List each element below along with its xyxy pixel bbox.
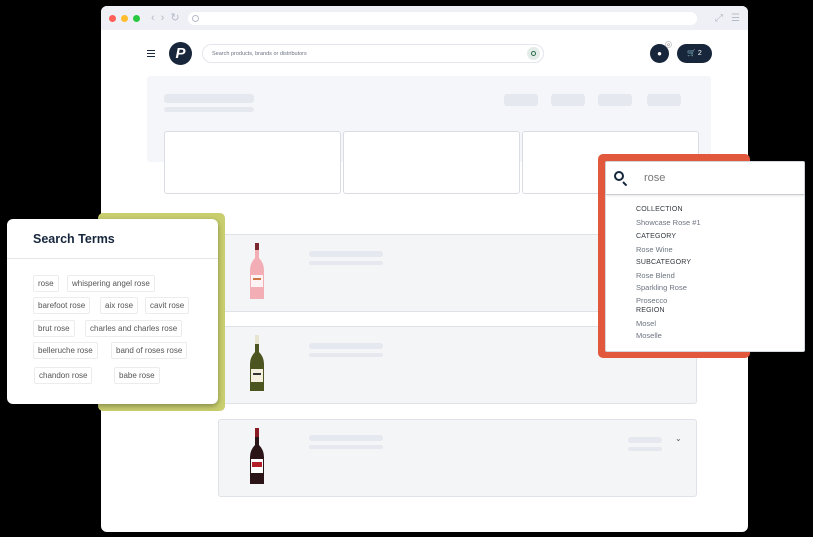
- skeleton-line: [628, 447, 662, 451]
- search-term-chip[interactable]: aix rose: [100, 297, 139, 314]
- app-header: P Search products, brands or distributor…: [101, 30, 748, 78]
- bell-icon: ●: [657, 49, 662, 58]
- search-term-chip[interactable]: barefoot rose: [33, 297, 91, 314]
- skeleton-line: [309, 353, 383, 357]
- cart-count: 2: [697, 50, 702, 57]
- search-icon: [614, 170, 629, 186]
- group-heading-region: REGION: [636, 307, 665, 314]
- search-term-chip[interactable]: whispering angel rose: [67, 275, 155, 292]
- suggestion-item[interactable]: Rose Blend: [636, 271, 675, 280]
- search-term-chip[interactable]: rose: [33, 275, 59, 292]
- search-term-chip[interactable]: cavit rose: [145, 297, 190, 314]
- minimize-dot[interactable]: [121, 14, 128, 22]
- suggestion-item[interactable]: Moselle: [636, 331, 662, 340]
- menu-icon[interactable]: ☰: [731, 13, 740, 24]
- address-bar[interactable]: [187, 11, 698, 25]
- product-row[interactable]: ⌄: [218, 419, 697, 497]
- stage: ‹ › ↻ ⤢ ☰ P Search products, brands or d…: [0, 0, 813, 537]
- skeleton-tab: [551, 94, 585, 106]
- search-term-chip[interactable]: brut rose: [33, 320, 75, 337]
- search-term-chip[interactable]: belleruche rose: [33, 342, 98, 359]
- skeleton-line: [309, 251, 383, 257]
- group-heading-collection: COLLECTION: [636, 206, 683, 213]
- browser-chrome: ‹ › ↻ ⤢ ☰: [101, 6, 748, 30]
- notification-badge: 0: [665, 41, 672, 48]
- search-icon: [191, 14, 199, 22]
- skeleton-line: [628, 437, 662, 443]
- wine-bottle-icon: [250, 428, 264, 484]
- group-heading-category: CATEGORY: [636, 233, 677, 240]
- suggestion-item[interactable]: Rose Wine: [636, 245, 673, 254]
- search-terms-title: Search Terms: [33, 231, 115, 246]
- search-term-chip[interactable]: chandon rose: [34, 367, 93, 384]
- suggestion-item[interactable]: Sparkling Rose: [636, 283, 687, 292]
- wine-bottle-icon: [250, 243, 264, 299]
- autocomplete-panel: rose COLLECTION Showcase Rose #1 CATEGOR…: [605, 161, 805, 352]
- skeleton-card: [164, 131, 341, 194]
- forward-icon[interactable]: ›: [161, 12, 165, 24]
- skeleton-line: [309, 435, 383, 441]
- logo-icon[interactable]: P: [169, 42, 192, 65]
- search-term-chip[interactable]: babe rose: [114, 367, 160, 384]
- expand-icon[interactable]: ⤢: [715, 13, 723, 24]
- skeleton-tab: [598, 94, 632, 106]
- search-placeholder: Search products, brands or distributors: [212, 50, 307, 57]
- notifications-button[interactable]: ● 0: [650, 41, 672, 63]
- close-dot[interactable]: [109, 14, 116, 22]
- search-button[interactable]: [527, 47, 540, 60]
- suggestion-item[interactable]: Mosel: [636, 319, 656, 328]
- wine-bottle-icon: [250, 335, 264, 391]
- search-term-chip[interactable]: charles and charles rose: [85, 320, 183, 337]
- search-input[interactable]: Search products, brands or distributors: [202, 44, 544, 63]
- suggestion-item[interactable]: Showcase Rose #1: [636, 218, 701, 227]
- reload-icon[interactable]: ↻: [170, 12, 179, 24]
- cart-button[interactable]: 🛒 2: [677, 44, 712, 63]
- skeleton-line: [309, 343, 383, 349]
- skeleton-title: [164, 94, 254, 103]
- search-terms-panel: Search Terms rose whispering angel rose …: [7, 219, 218, 404]
- suggestion-item[interactable]: Prosecco: [636, 296, 667, 305]
- maximize-dot[interactable]: [133, 14, 140, 22]
- skeleton-line: [309, 261, 383, 265]
- autocomplete-input[interactable]: rose: [606, 162, 804, 195]
- skeleton-card: [343, 131, 520, 194]
- cart-icon: 🛒: [687, 50, 696, 57]
- search-terms-header: Search Terms: [7, 219, 218, 259]
- search-term-chip[interactable]: band of roses rose: [111, 342, 188, 359]
- skeleton-line: [309, 445, 383, 449]
- skeleton-tab: [504, 94, 538, 106]
- group-heading-subcategory: SUBCATEGORY: [636, 259, 692, 266]
- chevron-down-icon[interactable]: ⌄: [675, 434, 682, 443]
- menu-icon[interactable]: [147, 50, 155, 57]
- autocomplete-query: rose: [644, 172, 666, 184]
- search-icon: [531, 51, 536, 56]
- skeleton-subtitle: [164, 107, 254, 112]
- back-icon[interactable]: ‹: [151, 12, 155, 24]
- skeleton-tab: [647, 94, 681, 106]
